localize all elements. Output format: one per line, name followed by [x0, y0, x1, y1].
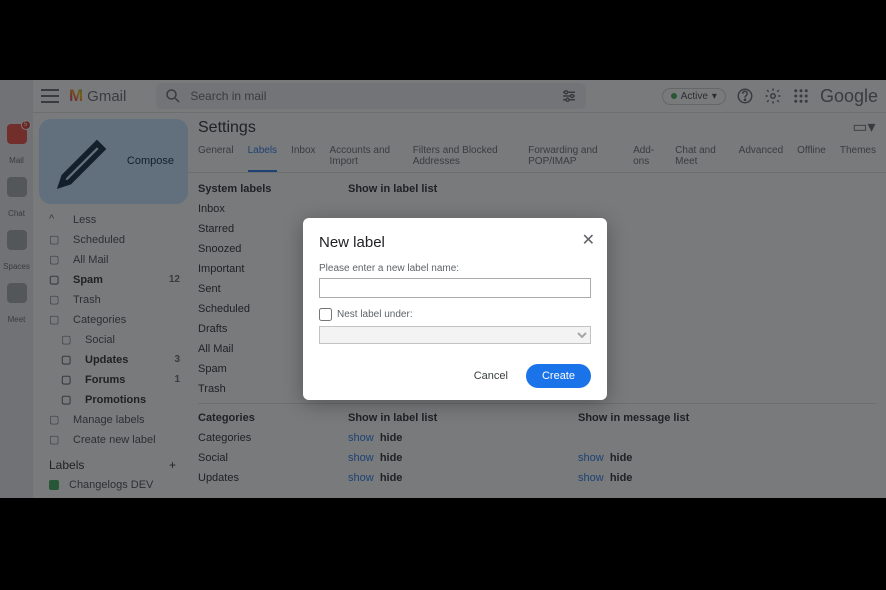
- nest-under-label: Nest label under:: [337, 309, 413, 320]
- close-icon[interactable]: ✕: [582, 230, 595, 250]
- label-name-prompt: Please enter a new label name:: [319, 263, 591, 274]
- new-label-dialog: ✕ New label Please enter a new label nam…: [303, 218, 607, 400]
- label-name-input[interactable]: [319, 278, 591, 298]
- nest-under-select[interactable]: [319, 326, 591, 344]
- cancel-button[interactable]: Cancel: [466, 364, 516, 388]
- dialog-title: New label: [319, 234, 591, 251]
- nest-under-checkbox[interactable]: [319, 308, 332, 321]
- create-button[interactable]: Create: [526, 364, 591, 388]
